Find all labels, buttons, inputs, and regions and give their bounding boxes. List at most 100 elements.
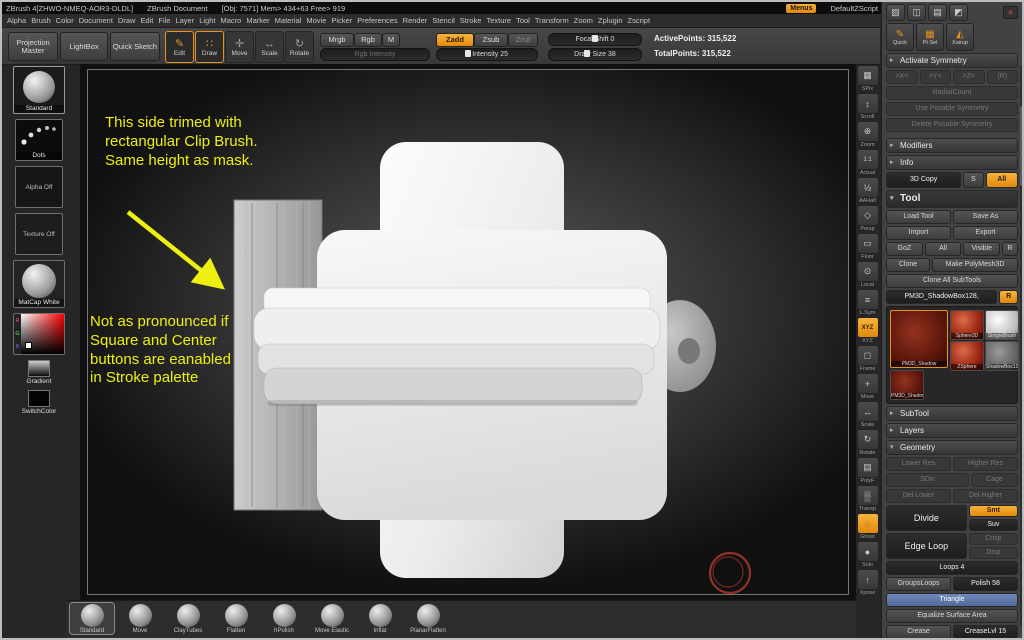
viewport-rotate[interactable]: ↻Rotate — [854, 429, 881, 457]
scale-mode-button[interactable]: ↔ Scale — [255, 31, 284, 63]
activate-symmetry-header[interactable]: Activate Symmetry — [886, 53, 1018, 68]
menu-picker[interactable]: Picker — [331, 16, 352, 25]
info-header[interactable]: Info — [886, 155, 1018, 170]
panel-scrollbar[interactable] — [1020, 66, 1024, 626]
brush-standard[interactable]: Standard — [70, 603, 114, 634]
rotate-mode-button[interactable]: ↻ Rotate — [285, 31, 314, 63]
divider-config-icon[interactable]: ▧ — [886, 4, 905, 21]
viewport-xyz[interactable]: XYZXYZ — [854, 317, 881, 345]
viewport-lsym[interactable]: ≡L.Sym — [854, 289, 881, 317]
3d-copy-button[interactable]: 3D Copy — [886, 172, 961, 188]
move-mode-button[interactable]: ✛ Move — [225, 31, 254, 63]
menu-texture[interactable]: Texture — [486, 16, 511, 25]
rgb-intensity-slider[interactable]: Rgb Intensity — [320, 48, 430, 61]
active-tool-r-button[interactable]: R — [999, 290, 1018, 304]
draw-size-knob[interactable] — [584, 50, 590, 57]
menu-light[interactable]: Light — [199, 16, 215, 25]
viewport-solo[interactable]: ●Solo — [854, 541, 881, 569]
sym-y-button[interactable]: >Y< — [920, 70, 952, 84]
goz-button[interactable]: GoZ — [886, 242, 923, 256]
corner-cube-icon[interactable]: ◩ — [949, 4, 968, 21]
brush-inflat[interactable]: Inflat — [358, 603, 402, 634]
viewport-actual[interactable]: 1:1Actual — [854, 149, 881, 177]
tool-palette-header[interactable]: Tool — [886, 190, 1018, 208]
viewport-transp[interactable]: ▒Transp — [854, 485, 881, 513]
color-picker-knob[interactable] — [25, 342, 32, 349]
tool-thumbnail-simplebrush[interactable]: SimpleBrush — [985, 310, 1019, 340]
viewport-ghost[interactable]: ◌Ghost — [854, 513, 881, 541]
z-intensity-slider[interactable]: Z Intensity 25 — [436, 48, 538, 61]
focal-shift-slider[interactable]: Focal Shift 0 — [548, 33, 642, 46]
pt-sel-button[interactable]: ▦ Pt Sel — [916, 23, 944, 51]
lower-res-button[interactable]: Lower Res — [886, 457, 951, 471]
save-as-button[interactable]: Save As — [953, 210, 1018, 224]
viewport-move[interactable]: +Move — [854, 373, 881, 401]
edit-mode-button[interactable]: ✎ Edit — [165, 31, 194, 63]
menu-draw[interactable]: Draw — [118, 16, 136, 25]
xairup-button[interactable]: ◭ Xairup — [946, 23, 974, 51]
current-texture-thumbnail[interactable]: Texture Off — [15, 213, 63, 255]
viewport-scale[interactable]: ↔Scale — [854, 401, 881, 429]
current-material-thumbnail[interactable]: MatCap White — [13, 260, 65, 308]
tool-thumbnail-shadowbox128[interactable]: ShadowBox128 — [985, 341, 1019, 371]
brush-claytubes[interactable]: ClayTubes — [166, 603, 210, 634]
radial-count-slider[interactable]: RadialCount — [886, 86, 1018, 100]
edge-loop-button[interactable]: Edge Loop — [886, 533, 967, 559]
menu-stroke[interactable]: Stroke — [460, 16, 482, 25]
focal-shift-knob[interactable] — [592, 35, 598, 42]
gradient-swatch[interactable] — [28, 360, 50, 377]
delete-posable-symmetry-button[interactable]: Delete Posable Symmetry — [886, 118, 1018, 132]
s-button[interactable]: S — [963, 172, 983, 188]
clone-all-subtools-button[interactable]: Clone All SubTools — [886, 274, 1018, 288]
menu-file[interactable]: File — [158, 16, 170, 25]
menu-macro[interactable]: Macro — [220, 16, 241, 25]
brush-flatten[interactable]: Flatten — [214, 603, 258, 634]
active-tool-name[interactable]: PM3D_ShadowBox128, — [886, 290, 997, 304]
viewport-spix[interactable]: ▦SPix — [854, 65, 881, 93]
brush-planarflatten[interactable]: PlanarFlatten — [406, 603, 450, 634]
menu-stencil[interactable]: Stencil — [432, 16, 455, 25]
menu-preferences[interactable]: Preferences — [357, 16, 397, 25]
tool-thumbnail-zsphere[interactable]: ZSphere — [950, 341, 984, 371]
layers-header[interactable]: Layers — [886, 423, 1018, 438]
draw-size-slider[interactable]: Draw Size 38 — [548, 48, 642, 61]
sym-z-button[interactable]: >Z< — [953, 70, 985, 84]
polish-slider[interactable]: Polish 58 — [953, 577, 1018, 591]
draw-mode-button[interactable]: ∷ Draw — [195, 31, 224, 63]
export-button[interactable]: Export — [953, 226, 1018, 240]
viewport-local[interactable]: ⊙Local — [854, 261, 881, 289]
cube-view-icon[interactable]: ◫ — [907, 4, 926, 21]
menu-render[interactable]: Render — [403, 16, 428, 25]
loops-slider[interactable]: Loops 4 — [886, 561, 1018, 575]
menu-marker[interactable]: Marker — [246, 16, 269, 25]
menu-tool[interactable]: Tool — [516, 16, 530, 25]
menu-color[interactable]: Color — [56, 16, 74, 25]
viewport-xpose[interactable]: ↑Xpose — [854, 569, 881, 597]
active-tool-thumbnail[interactable]: PM3D_Shadow — [890, 310, 948, 368]
menu-layer[interactable]: Layer — [175, 16, 194, 25]
menu-material[interactable]: Material — [275, 16, 302, 25]
menu-transform[interactable]: Transform — [535, 16, 569, 25]
viewport-frame[interactable]: ◻Frame — [854, 345, 881, 373]
sym-x-button[interactable]: >X< — [886, 70, 918, 84]
menu-brush[interactable]: Brush — [31, 16, 51, 25]
tool-thumbnail-pm3d-shadow[interactable]: PM3D_Shadow — [890, 370, 924, 400]
color-picker[interactable]: R G B — [13, 313, 65, 355]
smt-button[interactable]: Smt — [969, 505, 1018, 517]
cage-button[interactable]: Cage — [971, 473, 1018, 487]
mrgb-button[interactable]: Mrgb — [320, 33, 354, 47]
triangle-button[interactable]: Triangle — [886, 593, 1018, 607]
goz-visible-button[interactable]: Visible — [963, 242, 1000, 256]
menu-document[interactable]: Document — [79, 16, 113, 25]
quick-sketch-button[interactable]: Quick Sketch — [110, 32, 160, 61]
document-canvas[interactable]: This side trimed with rectangular Clip B… — [80, 64, 856, 602]
menu-zplugin[interactable]: Zplugin — [598, 16, 623, 25]
current-stroke-thumbnail[interactable]: Dots — [15, 119, 63, 161]
del-lower-button[interactable]: Del Lower — [886, 489, 951, 503]
del-higher-button[interactable]: Del Higher — [953, 489, 1018, 503]
viewport-scroll[interactable]: ↕Scroll — [854, 93, 881, 121]
all-button[interactable]: All — [986, 172, 1019, 188]
geometry-header[interactable]: Geometry — [886, 440, 1018, 455]
make-polymesh3d-button[interactable]: Make PolyMesh3D — [932, 258, 1018, 272]
subtool-header[interactable]: SubTool — [886, 406, 1018, 421]
